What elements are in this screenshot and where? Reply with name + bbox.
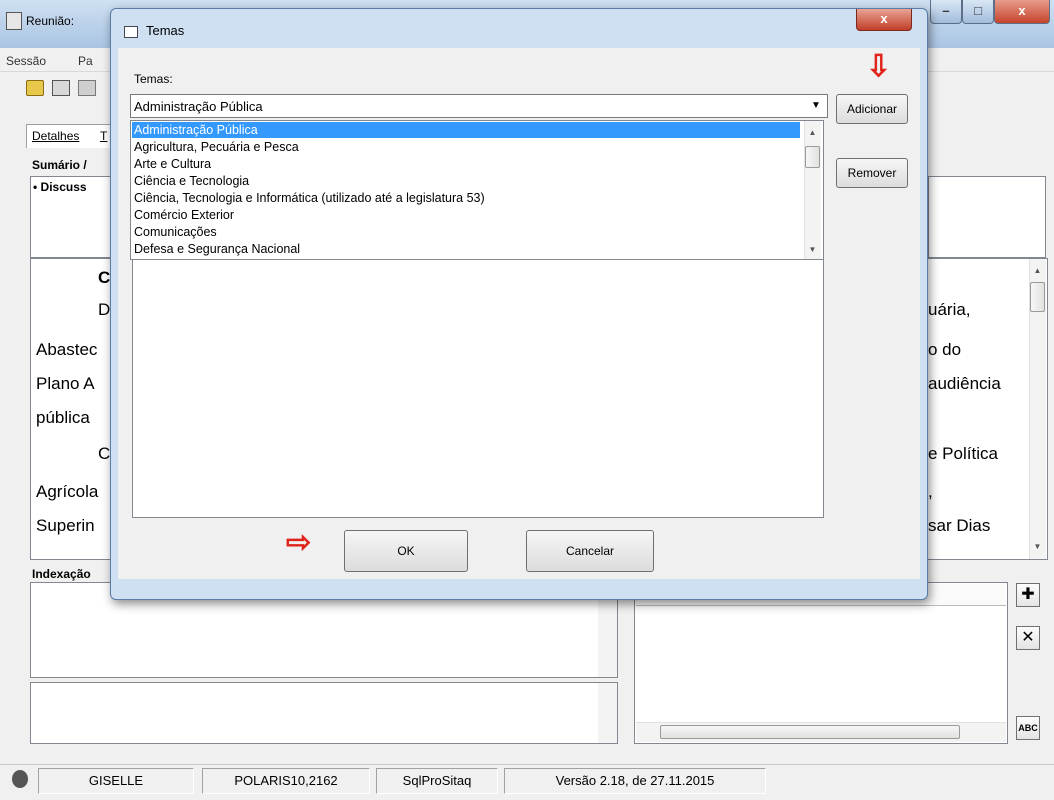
print-icon[interactable]	[52, 80, 70, 96]
list-scrollbar[interactable]	[804, 121, 821, 259]
list-scroll-down-icon[interactable]: ▼	[804, 241, 821, 258]
temas-selected-area[interactable]	[132, 260, 824, 518]
remove-button[interactable]: Remover	[836, 158, 908, 188]
combobox-value: Administração Pública	[134, 99, 263, 114]
indexacao-box-2[interactable]	[30, 682, 618, 744]
document-line: ,	[928, 482, 933, 501]
temas-label: Temas:	[134, 72, 173, 86]
menu-item-sessao[interactable]: Sessão	[6, 54, 46, 68]
status-version: Versão 2.18, de 27.11.2015	[504, 768, 766, 794]
delete-index-button[interactable]: ✕	[1016, 626, 1040, 650]
list-item[interactable]: Administração Pública	[134, 122, 258, 138]
spellcheck-button[interactable]: ABC	[1016, 716, 1040, 740]
cancel-button[interactable]: Cancelar	[526, 530, 654, 572]
status-database: SqlProSitaq	[376, 768, 498, 794]
list-item[interactable]: Ciência, Tecnologia e Informática (utili…	[134, 190, 485, 206]
tab-second[interactable]: T	[100, 129, 107, 143]
sumario-box-right[interactable]	[928, 176, 1046, 258]
right-list-box[interactable]	[634, 582, 1008, 744]
document-line: C	[98, 268, 111, 287]
list-scroll-thumb[interactable]	[805, 146, 820, 168]
document-line: C	[98, 444, 111, 463]
scroll-thumb[interactable]	[1030, 282, 1045, 312]
chevron-down-icon[interactable]: ▼	[806, 96, 826, 116]
list-item[interactable]: Defesa e Segurança Nacional	[134, 241, 300, 257]
indexacao-scrollbar-2[interactable]	[598, 683, 617, 743]
sumario-bullet: • Discuss	[33, 180, 87, 194]
maximize-button[interactable]: □	[962, 0, 994, 24]
dialog-close-button[interactable]: x	[856, 9, 912, 31]
document-line: Abastec	[36, 340, 98, 359]
document-line: o do	[928, 340, 962, 359]
annotation-arrow-down-icon: ⇩	[866, 50, 892, 83]
document-line: audiência	[928, 374, 1001, 393]
indexacao-label: Indexação	[32, 567, 91, 581]
list-item[interactable]: Arte e Cultura	[134, 156, 211, 172]
list-scroll-up-icon[interactable]: ▲	[804, 124, 821, 141]
scroll-down-icon[interactable]: ▼	[1029, 538, 1046, 555]
scroll-up-icon[interactable]: ▲	[1029, 262, 1046, 279]
list-item[interactable]: Ciência e Tecnologia	[134, 173, 249, 189]
minimize-button[interactable]: –	[930, 0, 962, 24]
list-item[interactable]: Comércio Exterior	[134, 207, 234, 223]
document-line: D	[98, 300, 111, 319]
list-item[interactable]: Agricultura, Pecuária e Pesca	[134, 139, 299, 155]
annotation-arrow-right-icon: ⇨	[286, 526, 312, 559]
list-item[interactable]: Comunicações	[134, 224, 217, 240]
sumario-label: Sumário /	[32, 158, 87, 172]
add-button[interactable]: Adicionar	[836, 94, 908, 124]
document-line: Superin	[36, 516, 95, 535]
tab-detalhes[interactable]: Detalhes	[32, 129, 79, 143]
app-icon	[6, 12, 22, 30]
open-folder-icon[interactable]	[26, 80, 44, 96]
add-index-button[interactable]: ✚	[1016, 583, 1040, 607]
main-window-title: Reunião:	[26, 14, 75, 28]
ok-button[interactable]: OK	[344, 530, 468, 572]
document-line: e Política	[928, 444, 998, 463]
dialog-title: Temas	[146, 23, 185, 38]
dialog-icon	[124, 26, 138, 38]
document-line: Plano A	[36, 374, 95, 393]
document-line: Agrícola	[36, 482, 99, 501]
status-server: POLARIS10,2162	[202, 768, 370, 794]
clipboard-icon[interactable]	[78, 80, 96, 96]
close-button[interactable]: x	[994, 0, 1050, 24]
horizontal-scroll-thumb[interactable]	[660, 725, 960, 739]
document-line: sar Dias	[928, 516, 991, 535]
status-user: GISELLE	[38, 768, 194, 794]
menu-item-pa[interactable]: Pa	[78, 54, 93, 68]
document-line: uária,	[928, 300, 971, 319]
user-status-icon	[12, 770, 28, 788]
document-line: pública	[36, 408, 90, 427]
